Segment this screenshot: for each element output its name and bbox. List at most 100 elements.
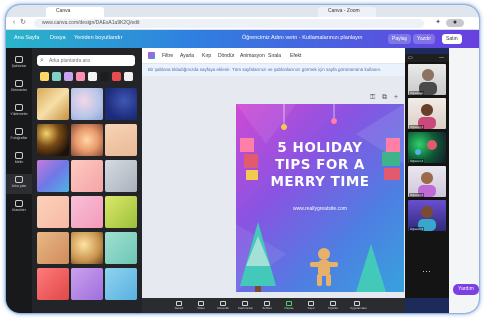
apps-button[interactable]: Uygulamalar [350, 301, 367, 310]
security-button[interactable]: Güvenlik [216, 301, 230, 310]
background-thumbnail[interactable] [71, 196, 103, 228]
color-swatch[interactable] [124, 72, 133, 81]
color-swatch[interactable] [40, 72, 49, 81]
color-swatch[interactable] [64, 72, 73, 81]
rail-item-uploads[interactable]: Yüklemeler [6, 102, 32, 122]
share-screen-button[interactable]: Paylaş [282, 301, 296, 310]
design-title[interactable]: 5 HOLIDAY TIPS FOR A MERRY TIME [236, 140, 404, 191]
panel-search[interactable]: ⌕ [37, 55, 135, 66]
video-tile[interactable]: Öğrenci 2 [408, 132, 446, 163]
adjust-button[interactable]: Ayarla [180, 53, 194, 59]
rail-item-text[interactable]: Metin [6, 150, 32, 170]
background-thumbnail[interactable] [71, 232, 103, 264]
background-thumbnail[interactable] [71, 124, 103, 156]
help-button[interactable]: Yardım [453, 284, 479, 295]
browser-tab[interactable]: Canva [46, 7, 104, 17]
background-thumbnail[interactable] [37, 88, 69, 120]
home-link[interactable]: Ana Sayfa [14, 35, 39, 41]
back-icon[interactable]: ‹ [10, 19, 18, 27]
effects-button[interactable]: Efekt [290, 53, 301, 59]
background-thumbnail[interactable] [37, 196, 69, 228]
url-field[interactable]: www.canva.com/design/DAEsA1a9K2Q/edit [34, 19, 424, 28]
view-toggle-icon[interactable]: ▭ [408, 55, 413, 61]
rail-item-folders[interactable]: Klasörler [6, 198, 32, 218]
elements-icon [15, 80, 23, 87]
zoom-tool-label: Uygulamalar [350, 306, 367, 310]
print-button[interactable]: Yazdır [413, 34, 436, 44]
holiday-design[interactable]: 5 HOLIDAY TIPS FOR A MERRY TIME www.real… [236, 104, 404, 292]
rail-item-photos[interactable]: Fotoğraflar [6, 126, 32, 146]
minimize-icon[interactable]: — [439, 55, 444, 61]
rail-label: Şablonlar [11, 64, 27, 68]
background-thumbnail[interactable] [37, 124, 69, 156]
background-thumbnail[interactable] [71, 88, 103, 120]
video-tile[interactable]: Öğrenci 3 [408, 166, 446, 197]
rail-item-elements[interactable]: Elemanlar [6, 78, 32, 98]
info-notice: Bir şablona tıkladığınızda sayfaya eklen… [142, 64, 405, 76]
screen-frame: Canva Canva - Zoom ‹ ↻ www.canva.com/des… [6, 5, 479, 313]
background-thumbnail[interactable] [105, 232, 137, 264]
participant-name: Öğrenci 4 [409, 227, 425, 231]
color-swatch[interactable] [100, 72, 109, 81]
extensions-icon[interactable]: ✦ [434, 19, 442, 27]
resize-menu[interactable]: Yeniden boyutlandır [74, 35, 122, 41]
rail-label: Metin [14, 160, 24, 164]
file-menu[interactable]: Dosya [50, 35, 66, 41]
background-thumbnail[interactable] [105, 268, 137, 300]
mute-button[interactable]: Sessiz [172, 301, 186, 310]
background-thumbnail[interactable] [105, 88, 137, 120]
color-swatch[interactable] [88, 72, 97, 81]
color-swatch[interactable] [112, 72, 121, 81]
reactions-button[interactable]: Tepkiler [326, 301, 340, 310]
background-thumbnail[interactable] [71, 160, 103, 192]
rail-label: Yüklemeler [10, 112, 28, 116]
lock-icon[interactable]: ⚿ [370, 94, 378, 102]
video-tile[interactable]: Öğrenci 4 [408, 200, 446, 231]
browser-tab-label: Canva [56, 8, 71, 14]
animate-button[interactable]: Animasyon [240, 53, 265, 59]
video-participant-strip: ▭ — Öğretmen Öğrenci 1 Öğrenci 2 Öğrenci… [405, 54, 449, 298]
search-input[interactable] [49, 57, 131, 64]
duplicate-page-icon[interactable]: ⧉ [382, 94, 390, 102]
background-thumbnail[interactable] [37, 268, 69, 300]
share-button[interactable]: Paylaş [388, 34, 412, 44]
background-thumbnail[interactable] [37, 232, 69, 264]
filter-button[interactable]: Filtre [162, 53, 173, 59]
video-tile[interactable]: Öğretmen [408, 64, 446, 95]
background-thumbnail[interactable] [105, 160, 137, 192]
design-url[interactable]: www.reallygreatsite.com [236, 206, 404, 212]
profile-avatar[interactable]: ● [446, 19, 464, 27]
browser-tab-label: Canva - Zoom [328, 8, 360, 14]
color-picker-icon[interactable] [148, 52, 155, 59]
video-button[interactable]: Video [194, 301, 208, 310]
rail-label: Klasörler [12, 208, 26, 212]
color-swatch[interactable] [76, 72, 85, 81]
canvas-area: ⚿ ⧉ + 5 HOLIDAY TIPS FOR A MERRY TIME ww… [142, 76, 405, 298]
zoom-tool-label: Katılımcılar [238, 306, 254, 310]
background-thumbnail[interactable] [37, 160, 69, 192]
more-participants-icon[interactable]: ⋯ [422, 266, 431, 277]
browser-tab[interactable]: Canva - Zoom [318, 7, 376, 17]
templates-icon [15, 56, 23, 63]
participants-button[interactable]: Katılımcılar [238, 301, 254, 310]
rail-label: Fotoğraflar [10, 136, 28, 140]
flip-button[interactable]: Döndür [218, 53, 234, 59]
record-button[interactable]: Kayıt [304, 301, 318, 310]
rail-item-templates[interactable]: Şablonlar [6, 54, 32, 74]
video-tile[interactable]: Öğrenci 1 [408, 98, 446, 129]
color-swatch[interactable] [52, 72, 61, 81]
position-button[interactable]: Sırala [268, 53, 281, 59]
background-thumbnail[interactable] [105, 196, 137, 228]
zoom-tool-label: Tepkiler [327, 306, 339, 310]
reload-icon[interactable]: ↻ [19, 19, 27, 27]
add-page-icon[interactable]: + [394, 94, 402, 102]
background-thumbnail[interactable] [71, 268, 103, 300]
rail-item-background[interactable]: Arka plan [6, 174, 32, 194]
purchase-button[interactable]: Satın [442, 34, 462, 44]
crop-button[interactable]: Kırp [202, 53, 211, 59]
background-thumbnail[interactable] [105, 124, 137, 156]
document-title[interactable]: Öğrencimiz Adını verin - Kutlamalarınızı… [242, 35, 362, 41]
photos-icon [15, 128, 23, 135]
backgrounds-panel: ⌕ [32, 48, 142, 313]
chat-button[interactable]: Sohbet [260, 301, 274, 310]
